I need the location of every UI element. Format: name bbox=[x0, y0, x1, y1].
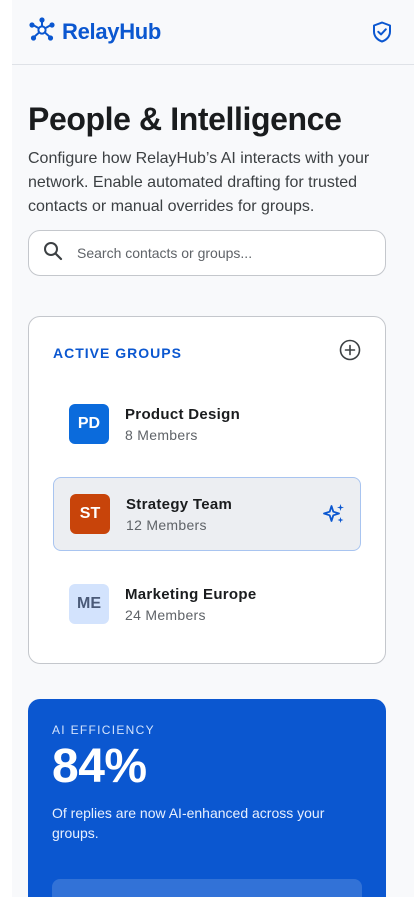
ai-sparkle-icon[interactable] bbox=[322, 502, 346, 531]
groups-heading: ACTIVE GROUPS bbox=[53, 345, 182, 361]
app-screen: RelayHub People & Intelligence Configure… bbox=[12, 0, 414, 897]
group-member-count: 12 Members bbox=[126, 516, 207, 533]
group-name: Product Design bbox=[125, 405, 241, 423]
brand[interactable]: RelayHub bbox=[28, 16, 161, 49]
group-item-strategy-team[interactable]: ST Strategy Team 12 Members bbox=[53, 477, 361, 551]
ai-efficiency-value: 84% bbox=[52, 740, 147, 793]
group-avatar: ST bbox=[70, 494, 110, 534]
network-nodes-icon bbox=[28, 16, 56, 49]
shield-check-icon[interactable] bbox=[372, 21, 392, 43]
group-item-marketing-europe[interactable]: ME Marketing Europe 24 Members bbox=[53, 567, 361, 641]
group-member-count: 24 Members bbox=[125, 606, 206, 623]
search-icon bbox=[43, 241, 63, 266]
group-name: Strategy Team bbox=[126, 495, 233, 513]
ai-efficiency-description: Of replies are now AI-enhanced across yo… bbox=[52, 805, 325, 841]
main-content: People & Intelligence Configure how Rela… bbox=[12, 100, 414, 664]
page-title: People & Intelligence bbox=[28, 101, 342, 137]
page-description: Configure how RelayHub’s AI interacts wi… bbox=[28, 150, 370, 215]
group-name: Marketing Europe bbox=[125, 585, 257, 603]
top-bar: RelayHub bbox=[12, 0, 414, 65]
group-member-count: 8 Members bbox=[125, 426, 198, 443]
group-avatar: PD bbox=[69, 404, 109, 444]
ai-card-action-button[interactable] bbox=[52, 879, 362, 897]
group-info: Product Design 8 Members bbox=[125, 406, 240, 443]
group-info: Marketing Europe 24 Members bbox=[125, 586, 257, 623]
groups-header: ACTIVE GROUPS bbox=[53, 317, 361, 387]
group-info: Strategy Team 12 Members bbox=[126, 496, 232, 533]
add-circle-icon[interactable] bbox=[339, 339, 361, 366]
active-groups-card: ACTIVE GROUPS PD Product Design 8 Member… bbox=[28, 316, 386, 664]
search-bar[interactable] bbox=[28, 230, 386, 276]
ai-efficiency-card: AI EFFICIENCY 84% Of replies are now AI-… bbox=[28, 699, 386, 897]
ai-efficiency-label: AI EFFICIENCY bbox=[52, 723, 155, 737]
search-input[interactable] bbox=[77, 245, 357, 261]
brand-name: RelayHub bbox=[62, 19, 162, 44]
group-item-product-design[interactable]: PD Product Design 8 Members bbox=[53, 387, 361, 461]
group-avatar: ME bbox=[69, 584, 109, 624]
group-list: PD Product Design 8 Members ST Strategy … bbox=[53, 387, 361, 641]
